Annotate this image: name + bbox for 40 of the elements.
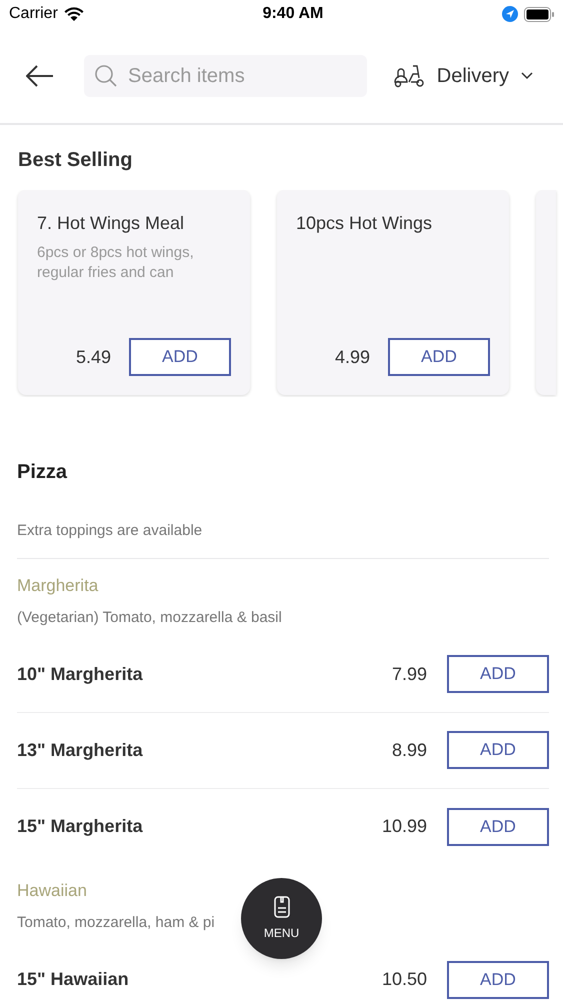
product-name: 10pcs Hot Wings xyxy=(296,212,434,235)
item-price: 8.99 xyxy=(392,738,427,762)
section-title: Best Selling xyxy=(18,148,134,173)
product-description: 6pcs or 8pcs hot wings, regular fries and can xyxy=(37,243,195,283)
group-name: Hawaiian xyxy=(17,880,88,902)
battery-icon xyxy=(524,6,554,22)
add-button[interactable]: ADD xyxy=(388,338,490,376)
add-button[interactable]: ADD xyxy=(447,655,549,693)
search-input[interactable]: Search items xyxy=(128,60,348,90)
item-name: 15" Hawaiian xyxy=(17,968,129,991)
search-field[interactable]: Search items xyxy=(84,54,367,96)
add-button[interactable]: ADD xyxy=(447,808,549,846)
item-price: 7.99 xyxy=(392,662,427,686)
carrier-name: Carrier xyxy=(9,4,58,24)
product-price: 5.49 xyxy=(76,346,111,368)
chevron-down-icon xyxy=(521,72,533,80)
search-icon xyxy=(94,64,118,88)
item-price: 10.99 xyxy=(382,815,427,838)
menu-button[interactable]: MENU xyxy=(241,878,322,959)
add-button[interactable]: ADD xyxy=(129,338,231,376)
clock-time: 9:40 AM xyxy=(262,4,324,24)
item-name: 10" Margherita xyxy=(17,662,143,686)
item-price: 10.50 xyxy=(382,968,427,991)
add-button[interactable]: ADD xyxy=(447,731,549,769)
add-button[interactable]: ADD xyxy=(447,960,549,998)
group-description: Tomato, mozzarella, ham & pi xyxy=(17,913,215,933)
item-name: 15" Margherita xyxy=(17,815,143,838)
back-icon[interactable] xyxy=(26,64,54,88)
section-note: Extra toppings are available xyxy=(17,520,549,558)
delivery-dropdown[interactable]: Delivery xyxy=(392,60,533,90)
wifi-icon xyxy=(64,6,84,22)
section-title: Pizza xyxy=(17,460,68,485)
group-description: (Vegetarian) Tomato, mozzarella & basil xyxy=(17,608,282,628)
product-price: 4.99 xyxy=(334,346,370,368)
item-name: 13" Margherita xyxy=(17,738,143,762)
group-name: Margherita xyxy=(17,574,100,596)
menu-card-icon xyxy=(274,896,290,918)
product-name: 7. Hot Wings Meal xyxy=(37,212,186,235)
location-icon xyxy=(502,6,518,22)
scooter-icon xyxy=(392,64,425,88)
